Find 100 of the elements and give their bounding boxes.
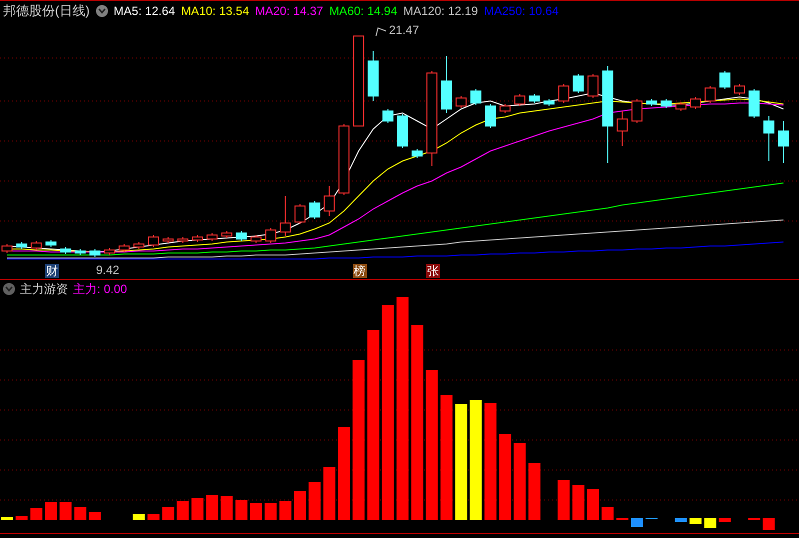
indicator-bar <box>162 507 174 520</box>
candlestick <box>441 56 452 114</box>
candlestick <box>133 242 144 250</box>
indicator-bar <box>294 491 306 520</box>
candlestick <box>118 244 130 252</box>
candlestick <box>631 98 642 124</box>
indicator-bar <box>30 508 42 520</box>
indicator-bar <box>264 503 277 520</box>
indicator-bar <box>308 482 321 520</box>
indicator-bar <box>323 467 336 520</box>
candlestick <box>206 232 218 242</box>
indicator-bar <box>132 514 145 520</box>
indicator-bar <box>704 518 716 528</box>
candlestick <box>89 248 100 258</box>
indicator-bar <box>44 502 57 520</box>
indicator-bar <box>176 501 189 520</box>
candlestick <box>646 98 658 106</box>
candlestick <box>309 200 320 220</box>
candlestick <box>704 86 716 104</box>
candlestick <box>719 70 730 90</box>
indicator-bar <box>616 518 628 520</box>
event-marker[interactable]: 榜 <box>352 264 367 278</box>
indicator-bar <box>602 507 614 520</box>
candlestick <box>660 98 672 108</box>
indicator-bar <box>74 507 86 520</box>
candlestick <box>368 50 379 102</box>
indicator-bar <box>16 516 28 520</box>
candlestick <box>734 84 745 96</box>
candlestick <box>748 88 760 118</box>
indicator-bar <box>250 503 262 520</box>
candlestick <box>280 196 291 236</box>
candlestick <box>74 248 86 256</box>
indicator-bar <box>279 501 292 520</box>
moving-average-reading: MA120: 12.19 <box>403 2 478 20</box>
indicator-bar <box>572 485 584 520</box>
indicator-bar <box>587 489 599 520</box>
candlestick <box>16 242 28 250</box>
candlestick <box>675 102 686 112</box>
leader-line <box>376 27 386 36</box>
indicator-bar <box>220 496 233 520</box>
candlestick <box>294 204 306 224</box>
candlestick <box>265 228 276 244</box>
indicator-bar <box>748 518 760 520</box>
candlestick <box>528 94 540 104</box>
candlestick <box>236 230 247 242</box>
event-marker[interactable]: 张 <box>426 264 440 278</box>
candlestick <box>484 104 496 128</box>
candlestick <box>778 120 789 164</box>
candlestick <box>162 236 174 244</box>
candlestick <box>338 124 350 196</box>
low-price-label: 9.42 <box>96 264 120 277</box>
candlestick <box>690 96 702 110</box>
candlestick <box>30 240 42 250</box>
candlestick <box>221 230 232 238</box>
candlestick <box>558 84 570 104</box>
candlestick <box>588 74 598 98</box>
indicator-bar <box>690 518 702 524</box>
moving-average-reading: MA60: 14.94 <box>329 2 398 20</box>
indicator-bar <box>148 514 160 520</box>
high-price-label: 21.47 <box>389 23 420 37</box>
candlestick <box>572 74 584 94</box>
indicator-bar <box>88 512 101 520</box>
indicator-bar <box>718 518 731 522</box>
stock-name: 邦德股份(日线) <box>3 2 90 20</box>
indicator-bar <box>674 518 687 522</box>
candlestick <box>60 246 72 254</box>
candlestick <box>412 148 423 158</box>
candlestick <box>382 108 394 124</box>
indicator-bar <box>1 517 13 520</box>
candlestick <box>177 236 188 244</box>
moving-average-reading: MA10: 13.54 <box>181 2 250 20</box>
indicator-name: 主力游资 <box>20 280 68 298</box>
indicator-bar <box>206 495 218 520</box>
indicator-bar <box>191 498 204 520</box>
candlestick <box>456 96 467 108</box>
indicator-bar <box>60 502 72 520</box>
candlestick <box>250 234 262 244</box>
candlestick <box>104 248 116 256</box>
candlestick <box>544 98 555 106</box>
candlestick <box>148 234 159 248</box>
candlestick <box>470 88 482 106</box>
indicator-bar <box>646 518 658 519</box>
moving-average-reading: MA250: 10.64 <box>484 2 559 20</box>
indicator-bar <box>630 518 643 527</box>
candlestick <box>397 114 408 148</box>
candlestick <box>45 240 56 248</box>
indicator-reading: 主力: 0.00 <box>73 280 128 298</box>
indicator-bar <box>235 500 248 520</box>
indicator-bar <box>528 463 540 520</box>
event-marker[interactable]: 财 <box>44 264 59 278</box>
candlestick <box>192 234 203 242</box>
indicator-bar <box>558 480 570 520</box>
candlestick <box>514 94 526 106</box>
dropdown-icon[interactable] <box>3 282 15 294</box>
moving-average-reading: MA20: 14.37 <box>255 2 324 20</box>
moving-average-reading: MA5: 12.64 <box>114 2 176 20</box>
candlestick <box>763 116 774 162</box>
candlestick <box>616 110 628 146</box>
dropdown-icon[interactable] <box>96 4 108 16</box>
indicator-bar <box>762 518 775 530</box>
